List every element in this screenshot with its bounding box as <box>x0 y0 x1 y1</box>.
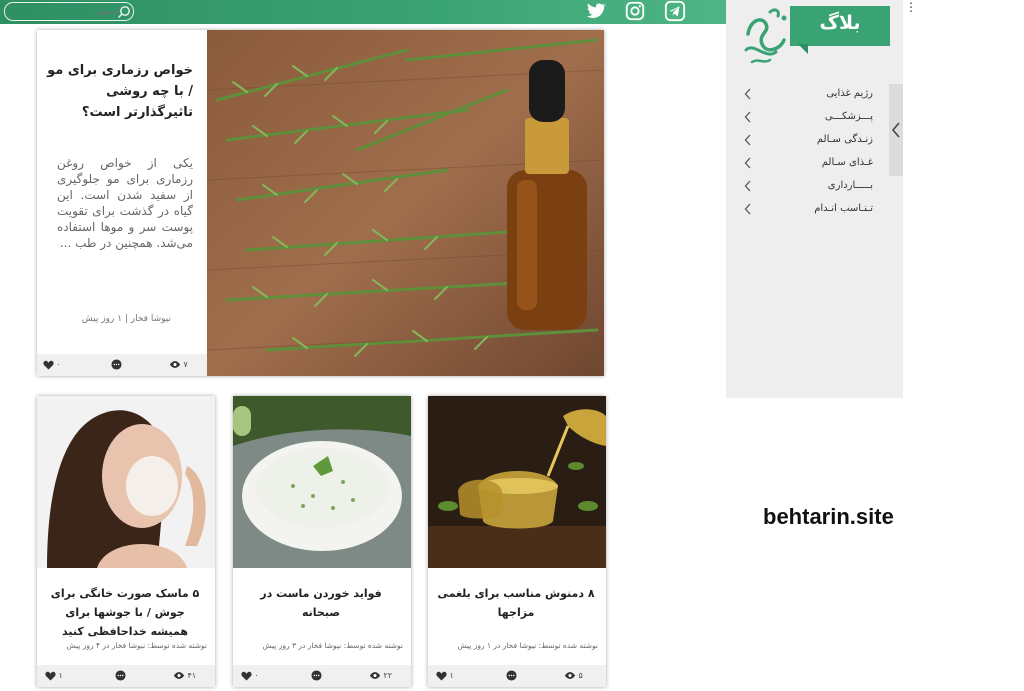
post-title[interactable]: ۵ ماسک صورت خانگی برای جوش / با جوشها بر… <box>45 584 205 641</box>
post-title[interactable]: فواید خوردن ماست در صبحانه <box>241 584 401 622</box>
menu-item-label: پـــزشکـــی <box>824 111 873 122</box>
likes-count: ۰ <box>254 671 259 680</box>
post-meta: نوشته شده توسط: نیوشا فخار در ۳ روز پیش <box>262 641 403 650</box>
likes-count: ۰ <box>56 360 61 369</box>
views-count: ۲۲ <box>383 671 393 680</box>
likes-stat[interactable]: ۰ <box>43 358 61 372</box>
featured-post-stats: ۰ ۷ <box>37 354 207 376</box>
twitter-icon <box>586 3 607 18</box>
heart-icon <box>436 671 447 681</box>
sidebar: بلاگ رژیم غذایی پـــزشکـــی زنـدگی سـالم… <box>726 0 903 398</box>
sidebar-toggle[interactable] <box>889 84 903 176</box>
post-stats: ۱ ۵ <box>428 665 606 687</box>
instagram-icon <box>625 1 645 21</box>
comments-stat[interactable] <box>111 358 122 372</box>
views-stat: ۴۱ <box>173 669 196 683</box>
twitter-link[interactable] <box>584 0 607 22</box>
rosemary-oil-image[interactable] <box>207 30 604 376</box>
comment-icon <box>506 670 517 681</box>
menu-item-label: رژیم غذایی <box>826 88 873 99</box>
post-meta: نوشته شده توسط: نیوشا فخار در ۴ روز پیش <box>66 641 207 650</box>
post-stats: ۱ ۴۱ <box>37 665 215 687</box>
featured-post-text: خواص رزماری برای مو / با چه روشی تاثیرگذ… <box>37 30 207 376</box>
views-stat: ۵ <box>564 669 583 683</box>
top-bar <box>0 0 726 24</box>
telegram-link[interactable] <box>664 0 686 22</box>
logo-banner-tail <box>798 44 808 54</box>
category-menu: رژیم غذایی پـــزشکـــی زنـدگی سـالم غـذا… <box>726 84 903 222</box>
chevron-left-icon <box>744 88 751 100</box>
search-box[interactable] <box>4 2 134 21</box>
search-input[interactable] <box>29 3 119 20</box>
eye-icon <box>169 361 181 368</box>
views-count: ۷ <box>183 360 188 369</box>
eye-icon <box>173 672 185 679</box>
featured-post-author: نیوشا فخار | ۱ روز پیش <box>81 314 171 324</box>
post-title[interactable]: ۸ دمنوش مناسب برای بلغمی مزاجها <box>436 584 596 622</box>
featured-post-excerpt: یکی از خواص روغن رزماری برای مو جلوگیری … <box>57 156 193 250</box>
chevron-left-icon <box>744 134 751 146</box>
views-count: ۵ <box>578 671 583 680</box>
face-mask-image[interactable] <box>37 396 215 568</box>
instagram-link[interactable] <box>624 0 646 22</box>
menu-item-healthy-life[interactable]: زنـدگی سـالم <box>726 130 903 153</box>
likes-stat[interactable]: ۱ <box>436 669 454 683</box>
featured-post-title[interactable]: خواص رزماری برای مو / با چه روشی تاثیرگذ… <box>47 60 193 123</box>
likes-count: ۱ <box>449 671 454 680</box>
likes-stat[interactable]: ۱ <box>45 669 63 683</box>
menu-item-label: زنـدگی سـالم <box>816 134 873 145</box>
comment-icon <box>311 670 322 681</box>
post-card[interactable]: ۵ ماسک صورت خانگی برای جوش / با جوشها بر… <box>37 396 215 687</box>
likes-stat[interactable]: ۰ <box>241 669 259 683</box>
post-stats: ۰ ۲۲ <box>233 665 411 687</box>
overflow-dots-icon: ⋮ <box>905 0 917 14</box>
chevron-left-icon <box>744 203 751 215</box>
heart-icon <box>43 360 54 370</box>
menu-item-label: بـــــارداری <box>827 180 873 191</box>
likes-count: ۱ <box>58 671 63 680</box>
menu-item-pregnancy[interactable]: بـــــارداری <box>726 176 903 199</box>
views-stat: ۲۲ <box>369 669 392 683</box>
comments-stat[interactable] <box>506 669 517 683</box>
comment-icon <box>111 359 122 370</box>
logo-banner: بلاگ <box>790 6 890 46</box>
telegram-icon <box>664 0 686 22</box>
search-icon[interactable] <box>117 5 131 19</box>
views-count: ۴۱ <box>187 671 197 680</box>
logo-text: بلاگ <box>819 12 861 34</box>
chevron-left-icon <box>744 180 751 192</box>
post-meta: نوشته شده توسط: نیوشا فخار در ۱ روز پیش <box>457 641 598 650</box>
eye-icon <box>369 672 381 679</box>
comments-stat[interactable] <box>311 669 322 683</box>
site-logo[interactable]: بلاگ <box>740 4 890 70</box>
menu-item-label: تـنـاسب انـدام <box>814 203 873 214</box>
chevron-left-icon <box>744 111 751 123</box>
comment-icon <box>115 670 126 681</box>
views-stat: ۷ <box>169 358 188 372</box>
featured-post-card[interactable]: خواص رزماری برای مو / با چه روشی تاثیرگذ… <box>37 30 604 376</box>
watermark-text: behtarin.site <box>763 504 894 529</box>
menu-item-fitness[interactable]: تـنـاسب انـدام <box>726 199 903 222</box>
heart-icon <box>45 671 56 681</box>
yogurt-bowl-image[interactable] <box>233 396 411 568</box>
heart-icon <box>241 671 252 681</box>
chevron-left-icon <box>744 157 751 169</box>
post-card[interactable]: فواید خوردن ماست در صبحانه نوشته شده توس… <box>233 396 411 687</box>
post-card[interactable]: ۸ دمنوش مناسب برای بلغمی مزاجها نوشته شد… <box>428 396 606 687</box>
chevron-left-icon <box>891 122 900 138</box>
brush-logo-icon <box>744 8 787 64</box>
menu-item-diet[interactable]: رژیم غذایی <box>726 84 903 107</box>
eye-icon <box>564 672 576 679</box>
comments-stat[interactable] <box>115 669 126 683</box>
menu-item-healthy-food[interactable]: غـذای سـالم <box>726 153 903 176</box>
herbal-tea-image[interactable] <box>428 396 606 568</box>
menu-item-label: غـذای سـالم <box>821 157 873 168</box>
menu-item-medical[interactable]: پـــزشکـــی <box>726 107 903 130</box>
